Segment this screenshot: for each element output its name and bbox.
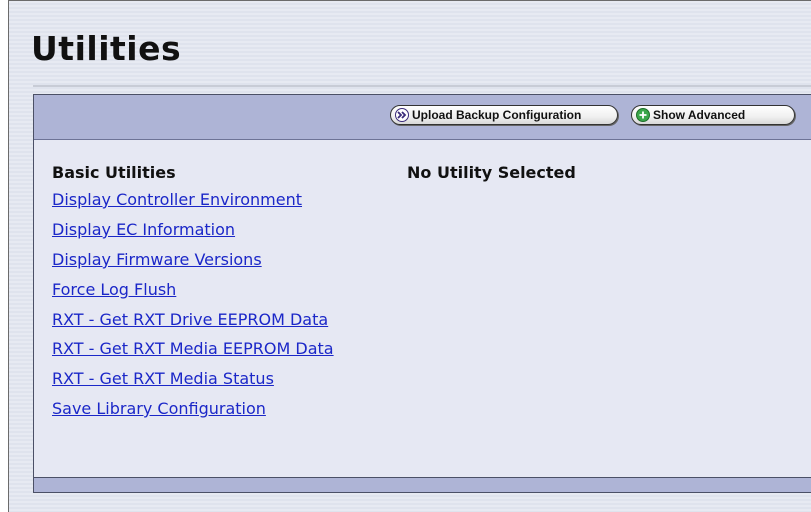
no-utility-selected-text: No Utility Selected xyxy=(407,163,576,182)
rxt-get-drive-eeprom-data-link[interactable]: RXT - Get RXT Drive EEPROM Data xyxy=(52,310,382,329)
plus-circle-icon xyxy=(636,108,650,122)
panel-bottom-bar xyxy=(34,477,811,492)
double-chevron-right-icon xyxy=(395,108,409,122)
page-frame: Utilities Upload Backup Configuration Sh… xyxy=(8,0,811,512)
upload-backup-configuration-button[interactable]: Upload Backup Configuration xyxy=(390,105,618,125)
display-ec-information-link[interactable]: Display EC Information xyxy=(52,220,382,239)
show-advanced-button[interactable]: Show Advanced xyxy=(631,105,795,125)
title-divider xyxy=(33,85,811,87)
save-library-configuration-link[interactable]: Save Library Configuration xyxy=(52,399,382,418)
basic-utilities-list: Basic Utilities Display Controller Envir… xyxy=(52,163,382,429)
rxt-get-media-eeprom-data-link[interactable]: RXT - Get RXT Media EEPROM Data xyxy=(52,340,342,358)
display-firmware-versions-link[interactable]: Display Firmware Versions xyxy=(52,250,382,269)
utilities-panel: Upload Backup Configuration Show Advance… xyxy=(33,94,811,493)
force-log-flush-link[interactable]: Force Log Flush xyxy=(52,280,382,299)
page-title: Utilities xyxy=(31,29,182,68)
display-controller-environment-link[interactable]: Display Controller Environment xyxy=(52,190,382,209)
panel-toolbar: Upload Backup Configuration Show Advance… xyxy=(34,95,811,140)
basic-utilities-heading: Basic Utilities xyxy=(52,163,176,182)
upload-backup-configuration-label: Upload Backup Configuration xyxy=(412,108,582,122)
rxt-get-media-status-link[interactable]: RXT - Get RXT Media Status xyxy=(52,369,382,388)
show-advanced-label: Show Advanced xyxy=(653,108,746,122)
